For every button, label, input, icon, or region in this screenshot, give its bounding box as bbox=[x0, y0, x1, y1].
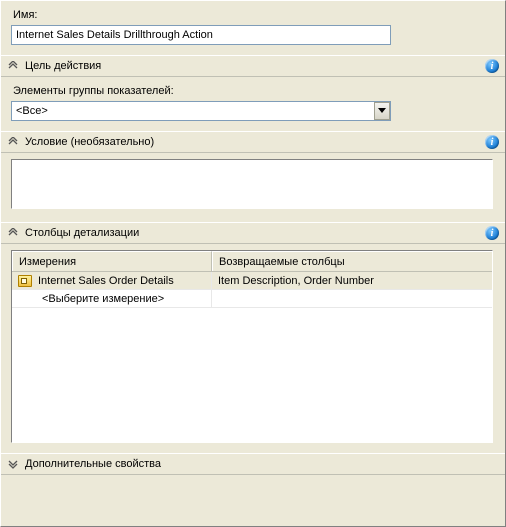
name-block: Имя: bbox=[1, 1, 505, 55]
expand-icon bbox=[7, 458, 19, 470]
col-dimensions-header[interactable]: Измерения bbox=[12, 251, 212, 271]
info-icon[interactable]: i bbox=[485, 59, 499, 73]
dimension-icon bbox=[18, 275, 32, 287]
section-target-header[interactable]: Цель действия i bbox=[1, 55, 505, 77]
measure-group-value: <Все> bbox=[11, 101, 391, 121]
section-condition-header[interactable]: Условие (необязательно) i bbox=[1, 131, 505, 153]
target-block: Элементы группы показателей: <Все> bbox=[1, 77, 505, 131]
condition-block bbox=[1, 153, 505, 222]
name-label: Имя: bbox=[13, 9, 495, 21]
section-additional-title: Дополнительные свойства bbox=[25, 458, 499, 470]
col-return-columns-header[interactable]: Возвращаемые столбцы bbox=[212, 251, 492, 271]
dimension-placeholder: <Выберите измерение> bbox=[12, 290, 212, 308]
collapse-icon bbox=[7, 227, 19, 239]
section-additional-header[interactable]: Дополнительные свойства bbox=[1, 453, 505, 475]
dropdown-button-icon[interactable] bbox=[374, 102, 390, 120]
table-row-placeholder[interactable]: <Выберите измерение> bbox=[12, 290, 492, 308]
section-target-title: Цель действия bbox=[25, 60, 485, 72]
info-icon[interactable]: i bbox=[485, 226, 499, 240]
grid-header: Измерения Возвращаемые столбцы bbox=[12, 251, 492, 272]
name-input[interactable] bbox=[11, 25, 391, 45]
dimension-cell: Internet Sales Order Details bbox=[12, 272, 212, 290]
return-columns-cell: Item Description, Order Number bbox=[212, 272, 492, 290]
action-editor-panel: Имя: Цель действия i Элементы группы пок… bbox=[0, 0, 506, 527]
dimension-name: Internet Sales Order Details bbox=[38, 275, 174, 287]
section-drillthrough-header[interactable]: Столбцы детализации i bbox=[1, 222, 505, 244]
condition-input[interactable] bbox=[11, 159, 493, 209]
measure-group-select[interactable]: <Все> bbox=[11, 101, 391, 121]
grid-body: Internet Sales Order Details Item Descri… bbox=[12, 272, 492, 442]
measure-group-label: Элементы группы показателей: bbox=[13, 85, 495, 97]
section-condition-title: Условие (необязательно) bbox=[25, 136, 485, 148]
section-drillthrough-title: Столбцы детализации bbox=[25, 227, 485, 239]
collapse-icon bbox=[7, 136, 19, 148]
drillthrough-grid: Измерения Возвращаемые столбцы Internet … bbox=[11, 250, 493, 443]
info-icon[interactable]: i bbox=[485, 135, 499, 149]
return-columns-empty bbox=[212, 290, 492, 308]
table-row[interactable]: Internet Sales Order Details Item Descri… bbox=[12, 272, 492, 290]
drillthrough-block: Измерения Возвращаемые столбцы Internet … bbox=[1, 244, 505, 453]
collapse-icon bbox=[7, 60, 19, 72]
